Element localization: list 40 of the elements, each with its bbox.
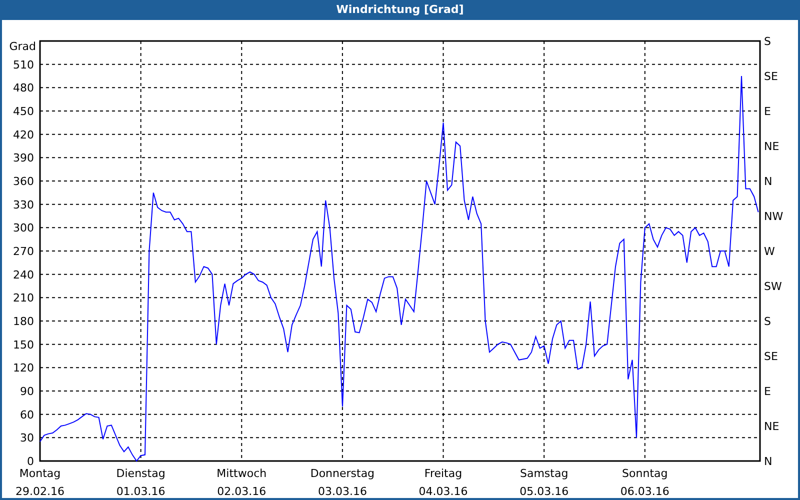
y-axis-label: 120: [13, 362, 34, 375]
compass-axis-label: E: [764, 105, 771, 118]
x-axis-label: Donnerstag 03.03.16: [310, 467, 375, 498]
x-axis-label: Dienstag 01.03.16: [116, 467, 166, 498]
x-axis-label: Mittwoch 02.03.16: [216, 467, 267, 498]
compass-axis-label: NE: [764, 420, 780, 433]
y-axis-label: 390: [13, 152, 34, 165]
compass-axis-label: N: [764, 175, 772, 188]
x-axis-label: Samstag 05.03.16: [520, 467, 569, 498]
y-axis-label: 210: [13, 292, 34, 305]
y-axis-label: 270: [13, 245, 34, 258]
y-axis-label: 180: [13, 315, 34, 328]
compass-axis-label: W: [764, 245, 775, 258]
y-axis-label: 30: [20, 432, 34, 445]
y-axis-label: 480: [13, 82, 34, 95]
y-axis-label: 330: [13, 198, 34, 212]
x-axis-label: Sonntag 06.03.16: [620, 467, 670, 498]
y-axis-label: 300: [13, 222, 34, 235]
compass-axis-label: SW: [764, 280, 782, 293]
compass-axis-label: NE: [764, 140, 780, 153]
x-axis-label: Montag 29.02.16: [16, 467, 64, 498]
y-axis-label: 240: [13, 268, 34, 282]
y-axis-title: Grad: [9, 40, 36, 53]
y-axis-label: 60: [20, 408, 34, 422]
y-axis-label: 90: [20, 385, 34, 398]
compass-axis-label: S: [764, 315, 771, 328]
compass-axis-label: NW: [764, 210, 784, 223]
y-axis-label: 150: [13, 338, 34, 352]
compass-axis-label: E: [764, 385, 771, 398]
y-axis-label: 420: [13, 128, 34, 142]
y-axis-label: 510: [13, 58, 34, 72]
y-axis-label: 360: [13, 175, 34, 188]
compass-axis-label: N: [764, 455, 772, 468]
compass-axis-label: S: [764, 35, 771, 48]
y-axis-label: 450: [13, 105, 34, 118]
compass-axis-label: SE: [764, 70, 778, 83]
y-axis-label: 0: [27, 455, 34, 468]
x-axis-label: Freitag 04.03.16: [418, 467, 468, 498]
chart-title: Windrichtung [Grad]: [335, 2, 465, 18]
compass-axis-label: SE: [764, 350, 778, 363]
